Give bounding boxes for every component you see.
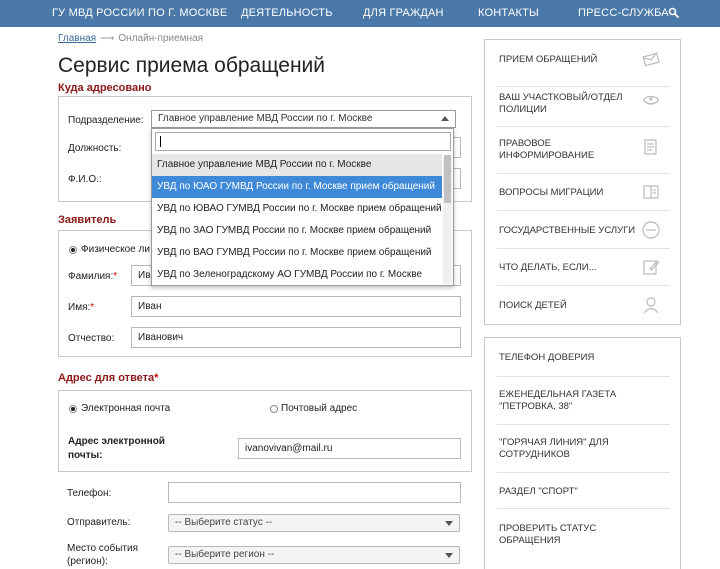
sidebar-item-trust-phone[interactable]: Телефон доверия xyxy=(499,352,594,364)
name-input[interactable]: Иван xyxy=(131,296,461,317)
subdivision-dropdown: Главное управление МВД России по г. Моск… xyxy=(151,128,454,286)
phone-input[interactable] xyxy=(168,482,461,503)
document-icon xyxy=(644,139,657,155)
section-applicant-label: Заявитель xyxy=(58,214,117,226)
reply-section-box: Электронная почта Почтовый адрес Адрес э… xyxy=(58,390,472,472)
top-navigation: ГУ МВД России по г. Москве Деятельность … xyxy=(0,0,720,27)
text-cursor xyxy=(160,136,161,147)
region-select[interactable]: -- Выберите регион -- xyxy=(168,546,460,564)
police-cap-icon xyxy=(643,95,659,105)
sidebar-divider xyxy=(497,508,670,509)
chevron-down-icon xyxy=(445,521,453,526)
sidebar-item-migration[interactable]: Вопросы миграции xyxy=(499,187,603,199)
patronymic-label: Отчество: xyxy=(68,333,115,344)
sidebar-item-appeals[interactable]: Прием обращений xyxy=(499,54,597,66)
post-option-label: Почтовый адрес xyxy=(281,403,358,414)
chevron-up-icon xyxy=(441,116,449,121)
email-radio[interactable] xyxy=(69,405,77,413)
sender-select-value: -- Выберите статус -- xyxy=(175,517,273,528)
sidebar-item-check-status[interactable]: Проверить статус обращения xyxy=(499,523,649,547)
sidebar-item-child-search[interactable]: Поиск детей xyxy=(499,300,567,312)
post-radio[interactable] xyxy=(270,405,278,413)
fio-label: Ф.И.О.: xyxy=(68,174,102,185)
search-icon[interactable] xyxy=(668,7,680,19)
surname-label: Фамилия:* xyxy=(68,271,118,282)
sender-label: Отправитель: xyxy=(67,517,131,528)
sidebar-divider xyxy=(497,285,670,286)
breadcrumb-arrow-icon: ⟶ xyxy=(100,33,115,44)
child-icon xyxy=(643,297,659,314)
nav-item-citizens[interactable]: Для граждан xyxy=(363,0,444,27)
dropdown-option[interactable]: УВД по ЗАО ГУМВД России по г. Москве при… xyxy=(152,220,442,242)
dropdown-option[interactable]: УВД по Зеленоградскому АО ГУМВД России п… xyxy=(152,264,442,286)
physical-person-label: Физическое ли xyxy=(81,244,150,255)
dropdown-option-highlighted[interactable]: УВД по ЮАО ГУМВД России по г. Москве при… xyxy=(152,176,442,198)
email-option-label: Электронная почта xyxy=(81,403,171,414)
sidebar-divider xyxy=(497,248,670,249)
sidebar-divider xyxy=(497,173,670,174)
physical-person-radio[interactable] xyxy=(69,246,77,254)
phone-label: Телефон: xyxy=(67,488,112,499)
dropdown-option[interactable]: Главное управление МВД России по г. Моск… xyxy=(152,154,442,176)
breadcrumb: Главная ⟶ Онлайн-приемная xyxy=(58,33,203,44)
sidebar-item-newspaper[interactable]: Еженедельная газета "Петровка, 38" xyxy=(499,389,649,413)
email-address-label: Адрес электронной почты: xyxy=(68,436,165,461)
sidebar-divider xyxy=(497,376,670,377)
edit-icon xyxy=(643,260,660,275)
nav-item-contacts[interactable]: Контакты xyxy=(478,0,539,27)
sidebar-links: Телефон доверия Еженедельная газета "Пет… xyxy=(484,337,681,569)
sidebar-item-legal-info[interactable]: Правовое информирование xyxy=(499,138,629,162)
dropdown-search-input[interactable] xyxy=(155,132,451,151)
region-label: Место события (регион): xyxy=(67,543,138,567)
position-label: Должность: xyxy=(68,143,122,154)
passport-icon xyxy=(643,185,659,199)
subdivision-select-value: Главное управление МВД России по г. Моск… xyxy=(158,113,373,124)
sidebar-item-sport[interactable]: Раздел "Спорт" xyxy=(499,486,578,498)
sidebar-services: Прием обращений Ваш участковый/отдел пол… xyxy=(484,39,681,325)
sidebar-item-what-to-do[interactable]: Что делать, если... xyxy=(499,262,597,274)
sidebar-divider xyxy=(497,86,670,87)
sidebar-item-district-officer[interactable]: Ваш участковый/отдел полиции xyxy=(499,92,629,116)
patronymic-input[interactable]: Иванович xyxy=(131,327,461,348)
email-input[interactable]: ivanovivan@mail.ru xyxy=(238,438,461,459)
nav-item-activity[interactable]: Деятельность xyxy=(241,0,333,27)
sidebar-item-gov-services[interactable]: Государственные услуги xyxy=(499,225,635,237)
name-label: Имя:* xyxy=(68,302,95,313)
breadcrumb-current: Онлайн-приемная xyxy=(118,33,204,44)
dropdown-option[interactable]: УВД по ЮВАО ГУМВД России по г. Москве пр… xyxy=(152,198,442,220)
gosuslugi-icon xyxy=(642,221,660,239)
sidebar-divider xyxy=(497,472,670,473)
section-to-label: Куда адресовано xyxy=(58,82,152,94)
mail-icon xyxy=(642,52,660,67)
scrollbar-thumb[interactable] xyxy=(444,155,451,203)
subdivision-select[interactable]: Главное управление МВД России по г. Моск… xyxy=(151,110,456,128)
sidebar-item-hotline[interactable]: "Горячая линия" для сотрудников xyxy=(499,437,649,461)
region-select-value: -- Выберите регион -- xyxy=(175,549,275,560)
breadcrumb-home-link[interactable]: Главная xyxy=(58,33,96,44)
sidebar-divider xyxy=(497,424,670,425)
sidebar-divider xyxy=(497,126,670,127)
page-title: Сервис приема обращений xyxy=(58,54,326,77)
nav-item-press[interactable]: Пресс-служба xyxy=(578,0,669,27)
dropdown-scrollbar[interactable] xyxy=(443,155,452,284)
subdivision-label: Подразделение: xyxy=(68,115,144,126)
chevron-down-icon xyxy=(445,553,453,558)
sidebar-divider xyxy=(497,210,670,211)
sender-select[interactable]: -- Выберите статус -- xyxy=(168,514,460,532)
section-reply-label: Адрес для ответа* xyxy=(58,372,159,384)
dropdown-option[interactable]: УВД по ВАО ГУМВД России по г. Москве при… xyxy=(152,242,442,264)
nav-item-home[interactable]: ГУ МВД России по г. Москве xyxy=(52,0,227,27)
